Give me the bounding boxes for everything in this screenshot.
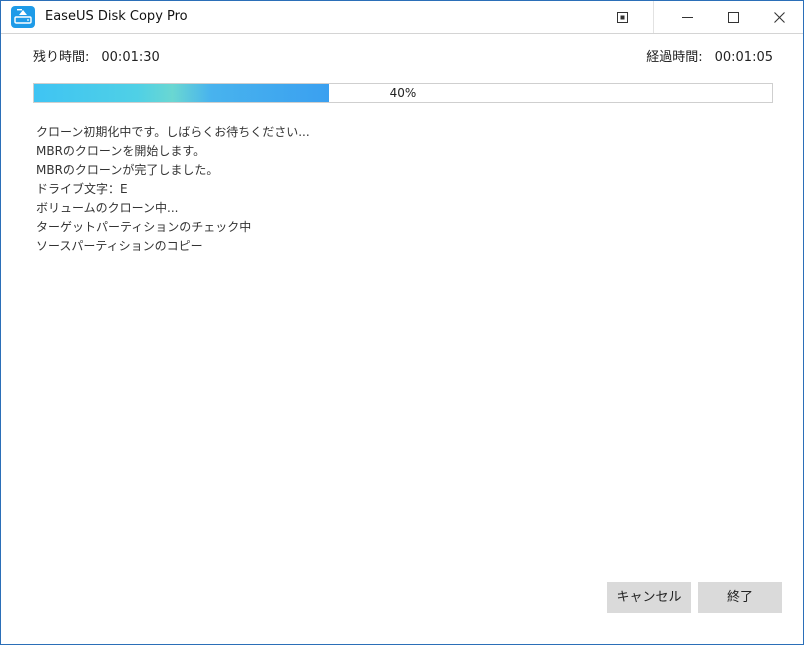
elapsed-time-label: 経過時間: (646, 50, 703, 65)
remaining-time-value: 00:01:30 (101, 50, 160, 65)
cancel-button[interactable]: キャンセル (607, 582, 691, 613)
log-line: ドライブ文字：E (36, 182, 128, 196)
maximize-icon[interactable] (711, 1, 755, 33)
app-window: EaseUS Disk Copy Pro 残り時間: 00:01:30 経過時間… (0, 0, 804, 645)
log-line: ソースパーティションのコピー (36, 239, 203, 253)
pin-restore-icon[interactable] (607, 1, 637, 33)
remaining-time-label: 残り時間: (33, 50, 90, 65)
remaining-time: 残り時間: 00:01:30 (33, 49, 160, 67)
close-icon[interactable] (757, 1, 801, 33)
minimize-icon[interactable] (665, 1, 709, 33)
log-line: クローン初期化中です。しばらくお待ちください... (36, 125, 310, 139)
log-line: ボリュームのクローン中... (36, 201, 179, 215)
log-line: MBRのクローンが完了しました。 (36, 163, 219, 177)
titlebar-divider (653, 1, 654, 33)
log-line: ターゲットパーティションのチェック中 (36, 220, 252, 234)
progress-bar: 40% (33, 83, 773, 103)
elapsed-time: 経過時間: 00:01:05 (646, 49, 773, 67)
title-bar[interactable]: EaseUS Disk Copy Pro (1, 1, 803, 34)
finish-button[interactable]: 終了 (698, 582, 782, 613)
log-list: クローン初期化中です。しばらくお待ちください... MBRのクローンを開始します。… (36, 123, 310, 256)
elapsed-time-value: 00:01:05 (714, 50, 773, 65)
window-title: EaseUS Disk Copy Pro (45, 9, 188, 24)
app-icon (11, 6, 35, 28)
progress-label: 40% (389, 86, 417, 100)
log-line: MBRのクローンを開始します。 (36, 144, 206, 158)
